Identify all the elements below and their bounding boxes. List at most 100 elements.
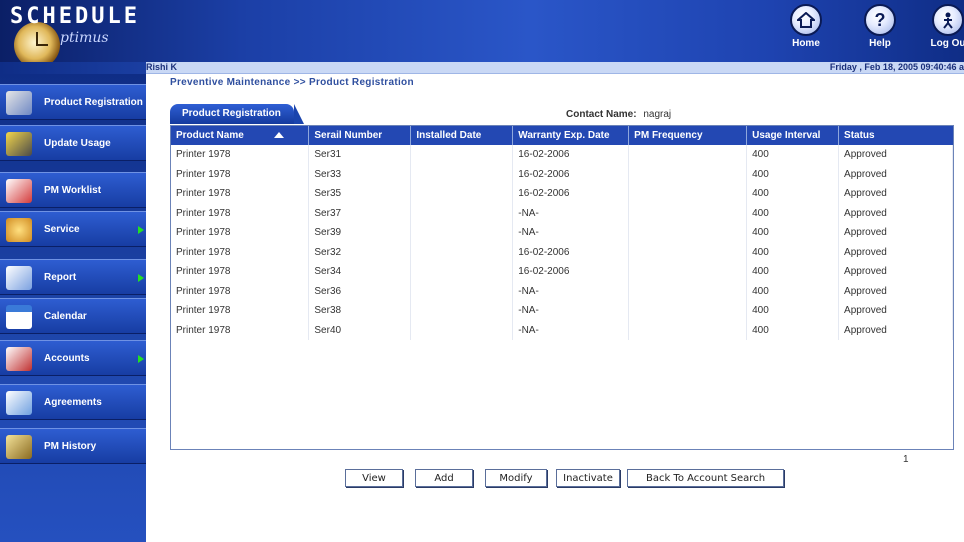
inactivate-button[interactable]: Inactivate — [556, 469, 620, 487]
report-icon — [6, 266, 32, 290]
table-cell: 400 — [746, 145, 840, 165]
table-row[interactable]: Printer 1978 Ser31 16-02-2006 400 Approved — [171, 145, 953, 165]
logout-button[interactable]: Log Ou — [920, 4, 964, 54]
table-cell: Approved — [838, 223, 953, 243]
sort-ascending-icon[interactable] — [273, 132, 284, 138]
table-cell — [410, 223, 514, 243]
column-header-serial-number[interactable]: Serail Number — [308, 126, 412, 145]
service-icon — [6, 218, 32, 242]
table-cell: Ser38 — [308, 301, 412, 321]
table-cell: Ser40 — [308, 320, 412, 340]
table-cell: Approved — [838, 164, 953, 184]
table-cell: Ser32 — [308, 242, 412, 262]
column-header-product-name[interactable]: Product Name — [171, 126, 310, 145]
table-cell: 400 — [746, 203, 840, 223]
contact-value: nagraj — [643, 109, 672, 120]
column-header-warranty-exp-date[interactable]: Warranty Exp. Date — [512, 126, 630, 145]
table-cell: -NA- — [512, 281, 630, 301]
app-header: SCHEDULE ptimus Home ? Help Log Ou — [0, 0, 964, 62]
table-cell: Approved — [838, 242, 953, 262]
submenu-arrow-icon — [138, 226, 144, 234]
table-row[interactable]: Printer 1978 Ser39 -NA- 400 Approved — [171, 223, 953, 243]
update-usage-icon — [6, 132, 32, 156]
table-cell — [410, 184, 514, 204]
table-cell: Approved — [838, 203, 953, 223]
submenu-arrow-icon — [138, 274, 144, 282]
table-cell: 16-02-2006 — [512, 262, 630, 282]
home-label: Home — [792, 38, 820, 49]
table-cell: Printer 1978 — [171, 301, 310, 321]
sidebar-item-label: Report — [44, 272, 77, 283]
table-row[interactable]: Printer 1978 Ser38 -NA- 400 Approved — [171, 301, 953, 321]
table-row[interactable]: Printer 1978 Ser36 -NA- 400 Approved — [171, 281, 953, 301]
table-cell: Ser35 — [308, 184, 412, 204]
pm-worklist-icon — [6, 179, 32, 203]
sidebar: Product Registration Update Usage PM Wor… — [0, 74, 146, 542]
sidebar-item-label: PM History — [44, 441, 97, 452]
table-row[interactable]: Printer 1978 Ser35 16-02-2006 400 Approved — [171, 184, 953, 204]
accounts-icon — [6, 347, 32, 371]
sidebar-item-pm-worklist[interactable]: PM Worklist — [0, 172, 146, 208]
current-datetime: Friday , Feb 18, 2005 09:40:46 a — [829, 62, 964, 72]
table-cell: Approved — [838, 281, 953, 301]
back-to-account-search-button[interactable]: Back To Account Search — [627, 469, 784, 487]
page-number[interactable]: 1 — [903, 454, 909, 465]
table-cell: 16-02-2006 — [512, 164, 630, 184]
table-row[interactable]: Printer 1978 Ser32 16-02-2006 400 Approved — [171, 242, 953, 262]
table-cell: -NA- — [512, 203, 630, 223]
table-cell: 400 — [746, 164, 840, 184]
table-row[interactable]: Printer 1978 Ser37 -NA- 400 Approved — [171, 203, 953, 223]
home-button[interactable]: Home — [778, 4, 834, 54]
sidebar-item-service[interactable]: Service — [0, 211, 146, 247]
app-logo-subtitle: ptimus — [60, 30, 109, 46]
help-button[interactable]: ? Help — [852, 4, 908, 54]
product-registration-icon — [6, 91, 32, 115]
table-header-row: Product Name Serail Number Installed Dat… — [171, 126, 953, 145]
table-cell — [628, 184, 748, 204]
view-button[interactable]: View — [345, 469, 403, 487]
table-cell: -NA- — [512, 320, 630, 340]
modify-button[interactable]: Modify — [485, 469, 547, 487]
sidebar-item-accounts[interactable]: Accounts — [0, 340, 146, 376]
column-header-installed-date[interactable]: Installed Date — [410, 126, 514, 145]
table-cell: Printer 1978 — [171, 164, 310, 184]
table-cell: 400 — [746, 320, 840, 340]
product-table: Product Name Serail Number Installed Dat… — [171, 126, 953, 340]
table-cell: Ser37 — [308, 203, 412, 223]
tab-product-registration[interactable]: Product Registration — [170, 104, 304, 124]
sidebar-item-label: Calendar — [44, 311, 87, 322]
table-cell: Printer 1978 — [171, 184, 310, 204]
sidebar-item-calendar[interactable]: Calendar — [0, 298, 146, 334]
table-cell: Approved — [838, 184, 953, 204]
sidebar-item-pm-history[interactable]: PM History — [0, 428, 146, 464]
table-cell: Printer 1978 — [171, 281, 310, 301]
logout-label: Log Ou — [930, 38, 964, 49]
table-cell: Ser33 — [308, 164, 412, 184]
add-button[interactable]: Add — [415, 469, 473, 487]
table-row[interactable]: Printer 1978 Ser40 -NA- 400 Approved — [171, 320, 953, 340]
column-header-pm-frequency[interactable]: PM Frequency — [628, 126, 748, 145]
user-bar: Rishi K Friday , Feb 18, 2005 09:40:46 a — [146, 62, 964, 74]
table-cell: Printer 1978 — [171, 203, 310, 223]
table-cell — [628, 242, 748, 262]
table-cell: -NA- — [512, 223, 630, 243]
table-cell — [410, 242, 514, 262]
sidebar-item-update-usage[interactable]: Update Usage — [0, 125, 146, 161]
table-row[interactable]: Printer 1978 Ser33 16-02-2006 400 Approved — [171, 164, 953, 184]
table-row[interactable]: Printer 1978 Ser34 16-02-2006 400 Approved — [171, 262, 953, 282]
table-cell: Printer 1978 — [171, 242, 310, 262]
column-header-usage-interval[interactable]: Usage Interval — [746, 126, 840, 145]
sidebar-item-report[interactable]: Report — [0, 259, 146, 295]
sidebar-item-product-registration[interactable]: Product Registration — [0, 84, 146, 120]
table-cell: Ser31 — [308, 145, 412, 165]
table-cell: Approved — [838, 301, 953, 321]
column-header-status[interactable]: Status — [838, 126, 953, 145]
table-cell: 400 — [746, 242, 840, 262]
sidebar-item-agreements[interactable]: Agreements — [0, 384, 146, 420]
table-cell: 400 — [746, 223, 840, 243]
contact-info: Contact Name: nagraj — [566, 109, 671, 120]
table-cell: Approved — [838, 145, 953, 165]
table-cell: 16-02-2006 — [512, 145, 630, 165]
pm-history-icon — [6, 435, 32, 459]
table-cell: Approved — [838, 262, 953, 282]
